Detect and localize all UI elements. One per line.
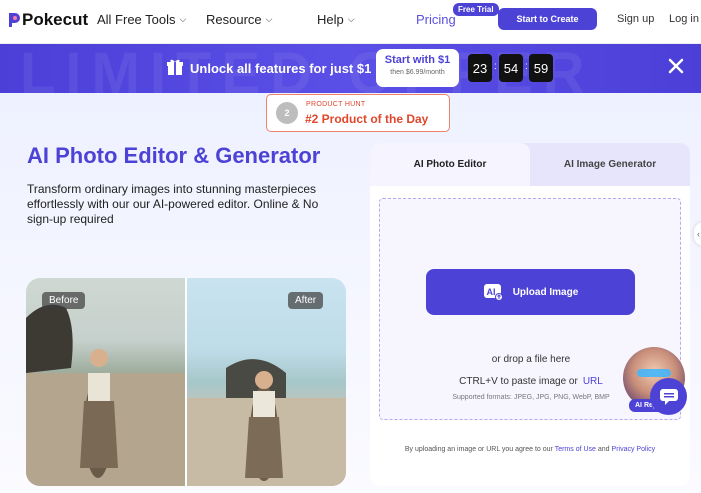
gift-icon — [167, 59, 183, 75]
ai-upload-icon: AI — [483, 284, 503, 301]
tab-ai-image-generator[interactable]: AI Image Generator — [530, 143, 690, 186]
before-label: Before — [42, 292, 86, 309]
nav-help[interactable]: Help ⌵ — [317, 12, 355, 27]
banner-text: Unlock all features for just $1 — [190, 61, 372, 76]
tab-ai-photo-editor[interactable]: AI Photo Editor — [370, 143, 530, 186]
product-hunt-label: PRODUCT HUNT — [306, 101, 366, 108]
upload-image-button[interactable]: AI Upload Image — [426, 269, 635, 315]
chat-support-button[interactable] — [650, 378, 687, 415]
logo[interactable]: Pokecut — [7, 10, 88, 30]
terms-notice: By uploading an image or URL you agree t… — [370, 446, 690, 453]
paste-hint-text: CTRL+V to paste image or — [459, 376, 578, 387]
signup-link[interactable]: Sign up — [617, 13, 654, 25]
before-scene — [26, 304, 186, 486]
page-title: AI Photo Editor & Generator — [27, 143, 321, 168]
cta-sub: then $6.99/month — [390, 69, 445, 76]
svg-text:AI: AI — [486, 287, 495, 297]
terms-and: and — [597, 446, 610, 453]
upload-button-label: Upload Image — [512, 286, 579, 298]
after-label: After — [288, 292, 324, 309]
product-hunt-title: #2 Product of the Day — [305, 112, 429, 126]
upload-dropzone[interactable]: AI Upload Image or drop a file here CTRL… — [379, 198, 685, 420]
nav-label: Resource — [206, 12, 262, 27]
comparison-slider[interactable] — [185, 278, 187, 486]
hero-description: Transform ordinary images into stunning … — [27, 182, 319, 226]
nav-label: Help — [317, 12, 344, 27]
timer-separator: : — [525, 61, 528, 72]
start-with-1-button[interactable]: Start with $1 then $6.99/month — [376, 49, 459, 87]
start-to-create-button[interactable]: Start to Create — [498, 8, 597, 30]
terms-prefix: By uploading an image or URL you agree t… — [404, 446, 553, 453]
after-scene — [186, 359, 346, 486]
tab-bar: AI Photo Editor AI Image Generator — [370, 143, 690, 186]
nav-all-free-tools[interactable]: All Free Tools ⌵ — [97, 12, 186, 27]
before-image — [26, 278, 186, 486]
privacy-policy-link[interactable]: Privacy Policy — [612, 446, 656, 453]
nav-resource[interactable]: Resource ⌵ — [206, 12, 272, 27]
ai-visor — [637, 369, 671, 377]
close-icon[interactable] — [666, 56, 686, 76]
chat-icon — [659, 388, 678, 405]
timer-minutes: 54 — [499, 54, 523, 82]
nav-pricing[interactable]: Pricing — [416, 12, 456, 27]
chevron-down-icon: ⌵ — [347, 14, 355, 24]
timer-separator: : — [494, 61, 497, 72]
editor-panel: AI Photo Editor AI Image Generator AI Up… — [370, 143, 690, 486]
timer-hours: 23 — [468, 54, 492, 82]
top-header: Pokecut All Free Tools ⌵ Resource ⌵ Help… — [0, 0, 701, 44]
product-hunt-badge[interactable]: 2 PRODUCT HUNT #2 Product of the Day — [266, 94, 450, 132]
medal-icon: 2 — [276, 102, 298, 124]
chevron-down-icon: ⌵ — [179, 14, 187, 24]
cta-main: Start with $1 — [384, 54, 451, 66]
after-image — [186, 278, 346, 486]
logo-icon — [9, 13, 20, 27]
login-link[interactable]: Log in — [669, 13, 699, 25]
logo-text: Pokecut — [22, 10, 89, 29]
timer-seconds: 59 — [529, 54, 553, 82]
nav-label: All Free Tools — [97, 12, 176, 27]
url-link[interactable]: URL — [583, 376, 603, 387]
terms-of-use-link[interactable]: Terms of Use — [555, 446, 596, 453]
chevron-down-icon: ⌵ — [265, 14, 273, 24]
free-trial-badge: Free Trial — [453, 3, 499, 16]
promo-banner: LIMITED OFFER Unlock all features for ju… — [0, 44, 701, 93]
before-after-image[interactable]: Before After — [26, 278, 346, 486]
